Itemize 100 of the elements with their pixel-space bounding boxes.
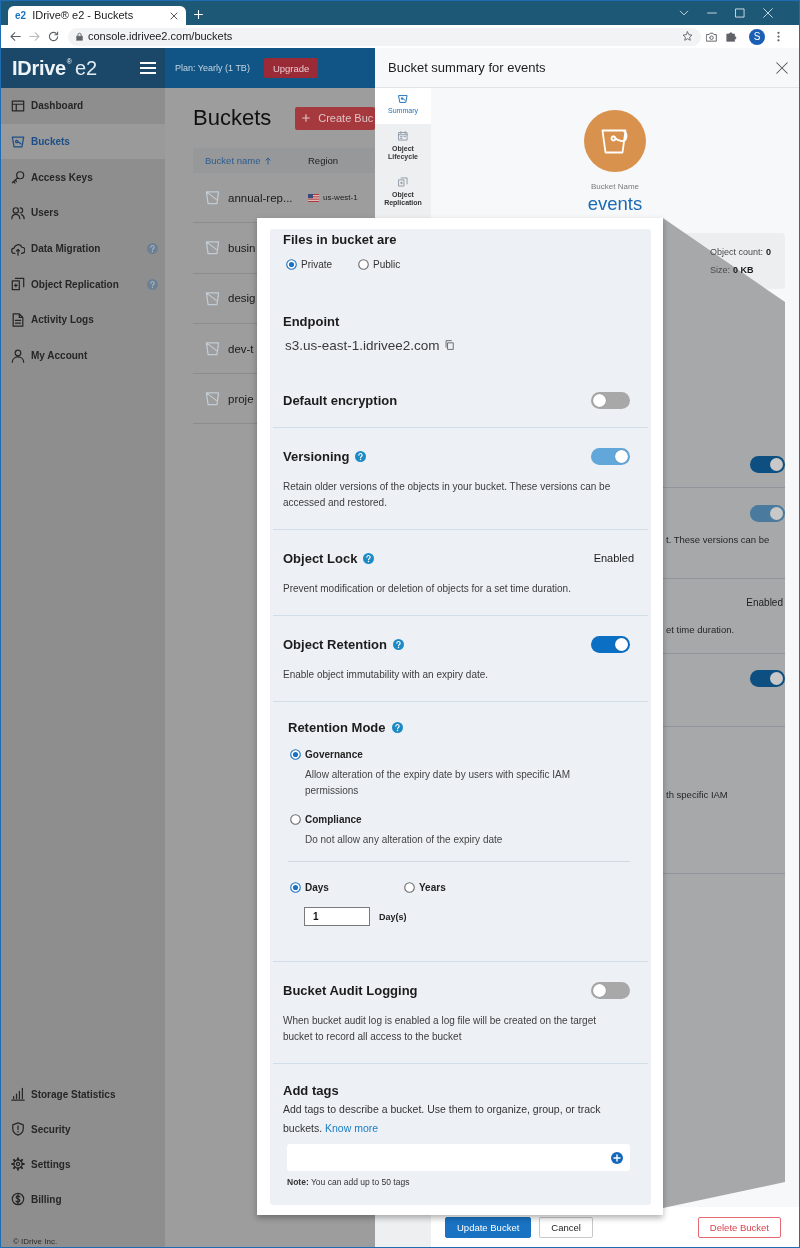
- description-text: et time duration.: [666, 624, 735, 636]
- radio-label[interactable]: Public: [373, 258, 401, 270]
- section-title: Versioning: [283, 448, 350, 464]
- sidebar-item[interactable]: Data Migration: [1, 230, 165, 267]
- duration-input[interactable]: 1: [304, 907, 370, 926]
- sidebar-item[interactable]: Storage Statistics: [1, 1076, 165, 1112]
- bucket-icon: [205, 240, 220, 256]
- stat-text: Size: 0 KB: [709, 265, 755, 275]
- radio-button[interactable]: [290, 748, 301, 760]
- add-icon[interactable]: [611, 1151, 623, 1164]
- radio-button[interactable]: [358, 258, 369, 270]
- site-favicon: e2: [15, 9, 27, 22]
- sidebar-item[interactable]: Dashboard: [1, 88, 165, 124]
- section-title: Object Lock: [283, 550, 358, 566]
- radio-label[interactable]: Private: [301, 258, 333, 270]
- users-icon: [11, 205, 25, 220]
- help-icon[interactable]: [393, 638, 404, 650]
- status-text: Enabled: [746, 597, 783, 609]
- radio-label[interactable]: Governance: [305, 748, 363, 760]
- sidebar-item[interactable]: Access Keys: [1, 159, 165, 196]
- bar-chart-icon: [11, 1087, 25, 1101]
- puzzle-piece-icon[interactable]: [726, 31, 737, 42]
- status-text: Enabled: [593, 552, 634, 564]
- description-text: t. These versions can be: [666, 534, 770, 546]
- field-label: Bucket Name: [591, 182, 639, 192]
- radio-label[interactable]: Years: [419, 881, 446, 893]
- sidebar-item[interactable]: Settings: [1, 1146, 165, 1182]
- maximize-icon[interactable]: [735, 8, 745, 18]
- radio-button[interactable]: [290, 813, 301, 825]
- bucket-icon: [398, 94, 408, 104]
- cancel-button[interactable]: Cancel: [539, 1216, 593, 1238]
- bucket-name[interactable]: desig: [228, 292, 256, 305]
- sidebar-item[interactable]: Users: [1, 195, 165, 231]
- dollar-icon: [11, 1192, 25, 1206]
- description-text: th specific IAM: [666, 789, 728, 801]
- radio-label[interactable]: Days: [305, 881, 329, 893]
- section-title: Default encryption: [283, 392, 398, 408]
- copy-document-icon: [11, 277, 25, 292]
- toggle-switch[interactable]: [750, 456, 785, 473]
- create-bucket-button[interactable]: Create Buc: [295, 106, 376, 130]
- section-title: Retention Mode: [288, 719, 386, 735]
- toggle-switch[interactable]: [591, 981, 630, 999]
- section-title: Bucket Audit Logging: [283, 982, 418, 998]
- sidebar-item[interactable]: Object Replication: [1, 266, 165, 303]
- description-text: Enable object immutability with an expiry date.: [283, 668, 490, 682]
- toggle-switch[interactable]: [591, 635, 630, 653]
- section-title: Files in bucket are: [283, 231, 397, 247]
- radio-button[interactable]: [286, 258, 297, 270]
- page-title: Buckets: [193, 104, 272, 132]
- radio-button[interactable]: [404, 881, 415, 893]
- bucket-name[interactable]: busin: [228, 241, 256, 254]
- flag-icon: [308, 193, 319, 202]
- browser-tab[interactable]: e2 IDrive® e2 - Buckets: [8, 6, 186, 25]
- upgrade-button[interactable]: Upgrade: [263, 58, 319, 78]
- endpoint-url: s3.us-east-1.idrivee2.com: [285, 337, 440, 353]
- shield-icon: [11, 1122, 25, 1136]
- help-icon[interactable]: [391, 721, 403, 733]
- kebab-menu-icon[interactable]: [777, 31, 780, 42]
- settings-icon: [11, 1157, 25, 1171]
- copy-icon[interactable]: [444, 340, 454, 350]
- sidebar-item[interactable]: My Account: [1, 337, 165, 374]
- bucket-name[interactable]: proje: [228, 392, 254, 405]
- sidebar-item[interactable]: Billing: [1, 1181, 165, 1217]
- url-field[interactable]: console.idrivee2.com/buckets: [68, 27, 701, 46]
- arrow-left-icon[interactable]: [10, 31, 21, 42]
- profile-avatar[interactable]: S: [749, 28, 765, 45]
- column-header[interactable]: Region: [308, 155, 339, 166]
- camera-icon[interactable]: [706, 31, 717, 42]
- help-icon[interactable]: [363, 552, 375, 564]
- radio-button[interactable]: [290, 881, 301, 893]
- update-button[interactable]: Update Bucket: [445, 1216, 532, 1238]
- bucket-name-value: events: [587, 194, 643, 214]
- person-icon: [11, 348, 25, 363]
- sort-arrow-icon: [265, 156, 272, 165]
- bucket-icon: [205, 290, 220, 306]
- description-text: Do not allow any alteration of the expiry date: [305, 833, 504, 847]
- bucket-name[interactable]: annual-rep...: [228, 191, 293, 204]
- plan-label: Plan: Yearly (1 TB): [175, 63, 250, 73]
- sidebar-item[interactable]: Security: [1, 1111, 165, 1147]
- close-icon[interactable]: [776, 61, 788, 74]
- sidebar-item[interactable]: Buckets: [1, 123, 165, 160]
- description-text: Retain older versions of the objects in your bucket. These versions can be accessed and restored.: [283, 480, 612, 510]
- chevron-down-icon[interactable]: [679, 8, 689, 18]
- cloud-upload-icon: [11, 241, 25, 256]
- new-tab-icon[interactable]: [194, 10, 203, 19]
- bucket-icon: [205, 190, 220, 206]
- copy-document-icon: [398, 177, 408, 187]
- reload-icon[interactable]: [48, 31, 59, 42]
- know-more-link[interactable]: Know more: [325, 1122, 379, 1134]
- radio-label[interactable]: Compliance: [305, 813, 362, 825]
- close-icon[interactable]: [170, 11, 178, 20]
- delete-button[interactable]: Delete Bucket: [697, 1216, 781, 1238]
- star-icon[interactable]: [682, 31, 693, 42]
- toggle-switch[interactable]: [591, 391, 630, 409]
- toggle-switch[interactable]: [750, 670, 785, 687]
- menu-icon[interactable]: [140, 62, 156, 74]
- tag-input-field[interactable]: [287, 1144, 630, 1171]
- bucket-name[interactable]: dev-t: [228, 342, 254, 355]
- sidebar-item[interactable]: Activity Logs: [1, 302, 165, 338]
- description-text: When bucket audit log is enabled a log file will be created on the target bucket to record all access to the bucket: [283, 1014, 597, 1044]
